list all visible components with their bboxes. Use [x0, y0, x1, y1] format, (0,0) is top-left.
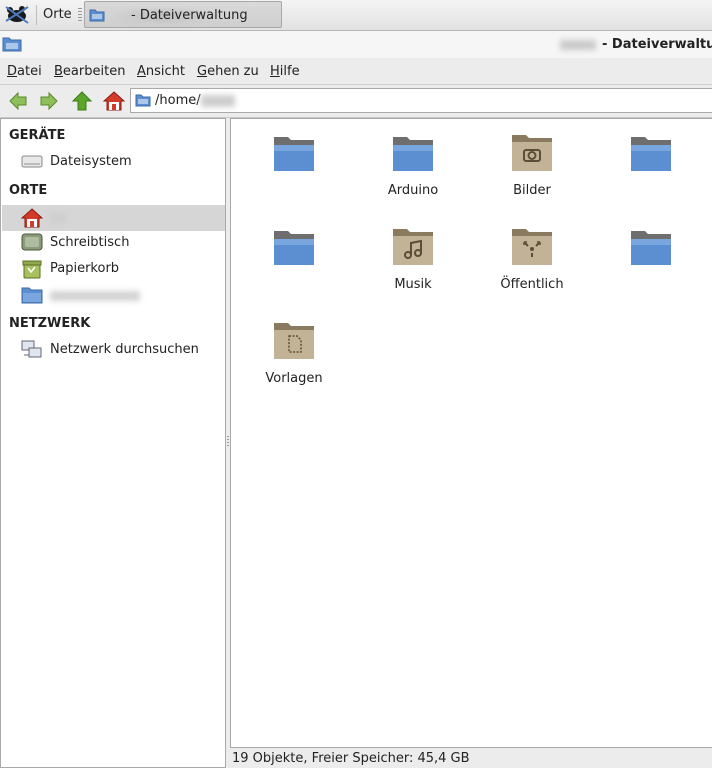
taskbar-title: - Dateiverwaltung	[131, 8, 248, 23]
toolbar: /home/	[0, 85, 712, 118]
redacted-bookmark-label	[50, 291, 140, 301]
redacted-home-label	[50, 213, 66, 223]
menu-label: ehen zu	[207, 64, 259, 79]
sidebar-header-network: NETZWERK	[9, 316, 91, 331]
file-item[interactable]: Arduino	[357, 133, 469, 198]
arrow-right-icon	[40, 91, 58, 111]
window-folder-icon[interactable]	[2, 36, 22, 56]
file-name: Arduino	[387, 183, 439, 198]
file-name: Vorlagen	[265, 371, 323, 386]
sidebar: GERÄTE Dateisystem ORTE Schreibtisch Pap…	[0, 118, 226, 768]
network-icon	[21, 340, 43, 364]
folder-icon	[631, 137, 671, 171]
folder-public-icon	[512, 229, 552, 265]
file-item[interactable]: Öffentlich	[476, 227, 588, 292]
sidebar-header-places: ORTE	[9, 183, 48, 198]
menu-mnemonic: A	[137, 64, 146, 79]
menu-datei[interactable]: Datei	[7, 64, 42, 79]
redacted-title-part	[560, 40, 596, 50]
sidebar-item-desktop[interactable]: Schreibtisch	[2, 230, 225, 256]
file-item[interactable]: Bilder	[476, 133, 588, 198]
status-bar: 19 Objekte, Freier Speicher: 45,4 GB	[230, 748, 712, 768]
top-panel: Orte - Dateiverwaltung	[0, 0, 712, 31]
taskbar-button-file-manager[interactable]: - Dateiverwaltung	[84, 1, 282, 28]
home-button[interactable]	[102, 90, 126, 112]
file-item[interactable]: Vorlagen	[238, 321, 350, 386]
back-button[interactable]	[7, 90, 29, 112]
window-title: - Dateiverwaltung	[602, 37, 712, 52]
folder-icon	[274, 231, 314, 265]
menu-mnemonic: B	[54, 64, 63, 79]
parent-folder-button[interactable]	[71, 90, 93, 112]
sidebar-header-devices: GERÄTE	[9, 128, 66, 143]
file-item[interactable]	[238, 133, 350, 183]
sidebar-item-label: Netzwerk durchsuchen	[50, 342, 199, 357]
file-item[interactable]	[595, 227, 707, 277]
sidebar-item-folder[interactable]	[2, 283, 225, 309]
sidebar-item-label: Schreibtisch	[50, 235, 130, 250]
file-item[interactable]	[238, 227, 350, 277]
forward-button[interactable]	[38, 90, 60, 112]
menu-bearbeiten[interactable]: Bearbeiten	[54, 64, 125, 79]
menu-label: ilfe	[279, 64, 300, 79]
desktop-icon	[21, 233, 43, 255]
folder-icon	[89, 8, 105, 26]
sidebar-item-home[interactable]	[2, 205, 225, 231]
menu-hilfe[interactable]: Hilfe	[270, 64, 300, 79]
folder-icon	[135, 93, 151, 111]
sidebar-item-label: Dateisystem	[50, 154, 132, 169]
file-name: Musik	[394, 277, 432, 292]
menu-label: earbeiten	[62, 64, 126, 79]
drive-icon	[21, 152, 43, 174]
file-item[interactable]: Musik	[357, 227, 469, 292]
splitter-grip	[227, 436, 229, 446]
menu-mnemonic: G	[197, 64, 208, 79]
menu-gehen-zu[interactable]: Gehen zu	[197, 64, 259, 79]
menu-label: nsicht	[145, 64, 186, 79]
xfce-mouse-menu-icon[interactable]	[4, 3, 30, 27]
sidebar-item-network[interactable]: Netzwerk durchsuchen	[2, 337, 225, 363]
folder-templates-icon	[274, 323, 314, 359]
folder-icon	[274, 137, 314, 171]
arrow-up-icon	[71, 91, 93, 111]
location-bar[interactable]: /home/	[130, 88, 712, 113]
menu-label: atei	[17, 64, 42, 79]
panel-separator	[36, 5, 37, 25]
redacted-username	[201, 95, 235, 107]
sidebar-item-trash[interactable]: Papierkorb	[2, 256, 225, 282]
folder-icon	[631, 231, 671, 265]
menu-mnemonic: H	[270, 64, 280, 79]
menu-bar: Datei Bearbeiten Ansicht Gehen zu Hilfe	[0, 58, 712, 85]
file-name: Öffentlich	[500, 277, 564, 292]
file-icon-view[interactable]: Arduino Bilder Musik Öffentlich Vorlagen	[230, 118, 712, 748]
folder-pictures-icon	[512, 135, 552, 171]
folder-icon	[393, 137, 433, 171]
arrow-left-icon	[9, 91, 27, 111]
trash-icon	[21, 259, 43, 283]
menu-ansicht[interactable]: Ansicht	[137, 64, 185, 79]
folder-music-icon	[393, 229, 433, 265]
panel-grip[interactable]	[78, 8, 82, 22]
sidebar-item-filesystem[interactable]: Dateisystem	[2, 149, 225, 175]
location-path: /home/	[155, 93, 201, 108]
file-item[interactable]	[595, 133, 707, 183]
home-icon	[20, 208, 44, 232]
home-icon	[102, 91, 126, 111]
places-menu-button[interactable]: Orte	[43, 7, 72, 22]
folder-icon	[21, 286, 43, 308]
status-text: 19 Objekte, Freier Speicher: 45,4 GB	[232, 751, 470, 766]
menu-mnemonic: D	[7, 64, 18, 79]
sidebar-item-label: Papierkorb	[50, 261, 120, 276]
window-title-bar[interactable]: - Dateiverwaltung	[0, 31, 712, 58]
file-name: Bilder	[513, 183, 551, 198]
